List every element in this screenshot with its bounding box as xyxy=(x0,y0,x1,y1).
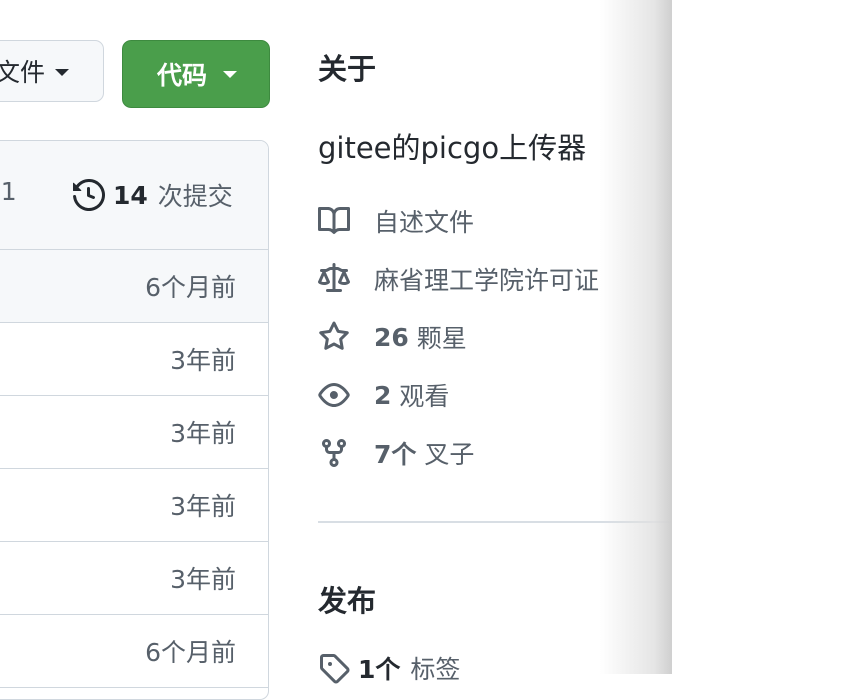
readme-label: 自述文件 xyxy=(374,208,475,237)
stars-label: 颗星 xyxy=(416,324,467,353)
file-age: 3年前 xyxy=(170,492,236,521)
tag-icon xyxy=(320,654,350,684)
code-button[interactable]: 代码 xyxy=(122,40,270,108)
file-age: 6个月前 xyxy=(145,273,236,302)
repo-description: gitee的picgo上传器 xyxy=(318,131,587,165)
latest-commit-bar: 021 14 次提交 xyxy=(0,141,268,250)
commit-history-link[interactable]: 14 次提交 xyxy=(73,177,233,213)
forks-link[interactable]: 7个 叉子 xyxy=(318,435,474,471)
eye-icon xyxy=(318,383,350,407)
stars-link[interactable]: 26 颗星 xyxy=(318,319,467,355)
file-row[interactable]: 3年前 xyxy=(0,542,268,615)
tags-count: 1个 xyxy=(358,655,401,684)
watchers-label: 观看 xyxy=(399,382,450,411)
watchers-link[interactable]: 2 观看 xyxy=(318,377,449,413)
file-row[interactable]: 3年前 xyxy=(0,396,268,469)
go-to-file-label: 文件 xyxy=(0,58,45,87)
go-to-file-button[interactable]: 文件 xyxy=(0,40,104,102)
star-icon xyxy=(319,321,349,350)
fork-icon xyxy=(322,439,346,468)
forks-count: 7个 xyxy=(374,440,417,469)
book-icon xyxy=(318,206,350,234)
file-row[interactable]: 3年前 xyxy=(0,323,268,396)
code-button-label: 代码 xyxy=(157,61,208,90)
panel-shadow xyxy=(600,0,672,674)
forks-label: 叉子 xyxy=(424,440,475,469)
history-icon xyxy=(73,179,105,211)
blank-area xyxy=(672,0,848,674)
releases-heading[interactable]: 发布 xyxy=(318,578,376,620)
readme-link[interactable]: 自述文件 xyxy=(318,203,474,239)
tags-link[interactable]: 1个 标签 xyxy=(318,650,460,686)
about-heading: 关于 xyxy=(318,52,377,86)
file-row[interactable]: 6个月前 xyxy=(0,250,268,323)
file-age: 3年前 xyxy=(170,346,236,375)
law-icon xyxy=(318,263,350,292)
commit-label: 次提交 xyxy=(157,182,233,211)
stars-count: 26 xyxy=(374,322,409,352)
license-label: 麻省理工学院许可证 xyxy=(374,266,600,295)
watchers-count: 2 xyxy=(374,380,392,410)
latest-commit-date[interactable]: 021 xyxy=(0,177,17,206)
file-age: 6个月前 xyxy=(145,638,236,667)
chevron-down-icon xyxy=(55,69,69,76)
file-row[interactable]: 3年前 xyxy=(0,469,268,542)
commit-count: 14 xyxy=(113,180,148,210)
file-row[interactable]: 6个月前 xyxy=(0,615,268,688)
file-age: 3年前 xyxy=(170,565,236,594)
chevron-down-icon xyxy=(223,71,237,78)
license-link[interactable]: 麻省理工学院许可证 xyxy=(318,261,599,297)
file-age: 3年前 xyxy=(170,419,236,448)
tags-label: 标签 xyxy=(410,655,461,684)
file-list: 021 14 次提交 6个月前 3年前 3年前 3年前 3年前 6个月前 xyxy=(0,140,269,700)
